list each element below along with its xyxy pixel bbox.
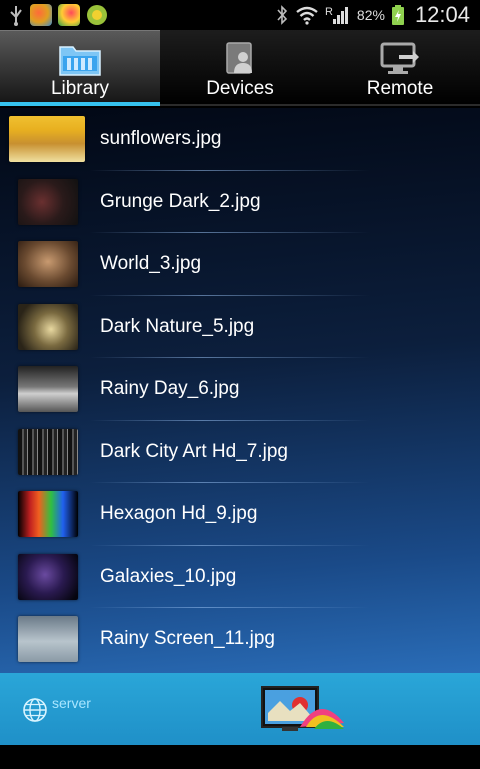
file-name: Galaxies_10.jpg (100, 565, 237, 587)
list-item[interactable]: Hexagon Hd_9.jpg (0, 483, 480, 546)
file-name: Rainy Screen_11.jpg (100, 628, 275, 650)
thumbnail-rainy-screen (18, 616, 78, 663)
clock: 12:04 (414, 2, 470, 27)
app-notification-icon (58, 4, 80, 26)
thumbnail-dark-city (18, 428, 78, 475)
list-item[interactable]: Rainy Day_6.jpg (0, 358, 480, 421)
file-name: Rainy Day_6.jpg (100, 378, 240, 400)
thumbnail-dark-nature (18, 303, 78, 350)
active-tab-indicator (0, 102, 160, 106)
wifi-icon (296, 6, 318, 25)
tab-remote-label: Remote (366, 78, 434, 99)
file-name: Hexagon Hd_9.jpg (100, 503, 258, 525)
thumbnail-sunflowers (9, 116, 85, 163)
usb-icon (10, 6, 22, 26)
list-item[interactable]: World_3.jpg (0, 233, 480, 296)
navigation-strip (0, 745, 480, 769)
device-user-icon (226, 42, 252, 74)
list-item[interactable]: sunflowers.jpg (0, 108, 480, 171)
signal-icon: R (325, 6, 348, 24)
tab-bar: Library Devices Remote (0, 30, 480, 106)
file-list: sunflowers.jpg Grunge Dark_2.jpg World_3… (0, 108, 480, 673)
tab-library-label: Library (50, 78, 110, 99)
thumbnail-world (18, 241, 78, 288)
thumbnail-galaxies (18, 553, 78, 600)
list-item[interactable]: Rainy Screen_11.jpg (0, 608, 480, 671)
file-name: Dark Nature_5.jpg (100, 315, 255, 337)
list-item[interactable]: Grunge Dark_2.jpg (0, 171, 480, 233)
android-notification-icon (87, 5, 107, 25)
battery-percent: 82% (356, 7, 385, 23)
thumbnail-hexagon (18, 491, 78, 538)
tab-devices[interactable]: Devices (160, 30, 320, 104)
thumbnail-grunge-dark (18, 178, 78, 225)
bluetooth-icon (277, 5, 288, 25)
file-name: World_3.jpg (100, 253, 202, 275)
list-item[interactable]: Dark Nature_5.jpg (0, 296, 480, 358)
signal-roaming-letter: R (325, 6, 333, 18)
notification-icons (0, 4, 108, 26)
tab-devices-label: Devices (206, 78, 274, 99)
file-name: sunflowers.jpg (100, 128, 222, 150)
server-button[interactable]: server (22, 695, 91, 723)
tab-remote[interactable]: Remote (320, 30, 480, 104)
file-name: Grunge Dark_2.jpg (100, 190, 261, 212)
list-item[interactable]: Galaxies_10.jpg (0, 546, 480, 608)
remote-screen-icon (380, 42, 419, 74)
tab-library[interactable]: Library (0, 30, 160, 106)
folder-icon (59, 46, 101, 76)
globe-icon (23, 698, 47, 722)
battery-charging-icon (391, 5, 404, 25)
app-logo (261, 686, 344, 731)
bottom-bar: server (0, 673, 480, 745)
list-item[interactable]: Dark City Art Hd_7.jpg (0, 421, 480, 483)
app-notification-icon (30, 4, 52, 26)
status-bar: R 82% 12:04 (0, 0, 480, 30)
server-label: server (52, 695, 91, 711)
thumbnail-rainy-day (18, 366, 78, 413)
file-name: Dark City Art Hd_7.jpg (100, 440, 288, 462)
